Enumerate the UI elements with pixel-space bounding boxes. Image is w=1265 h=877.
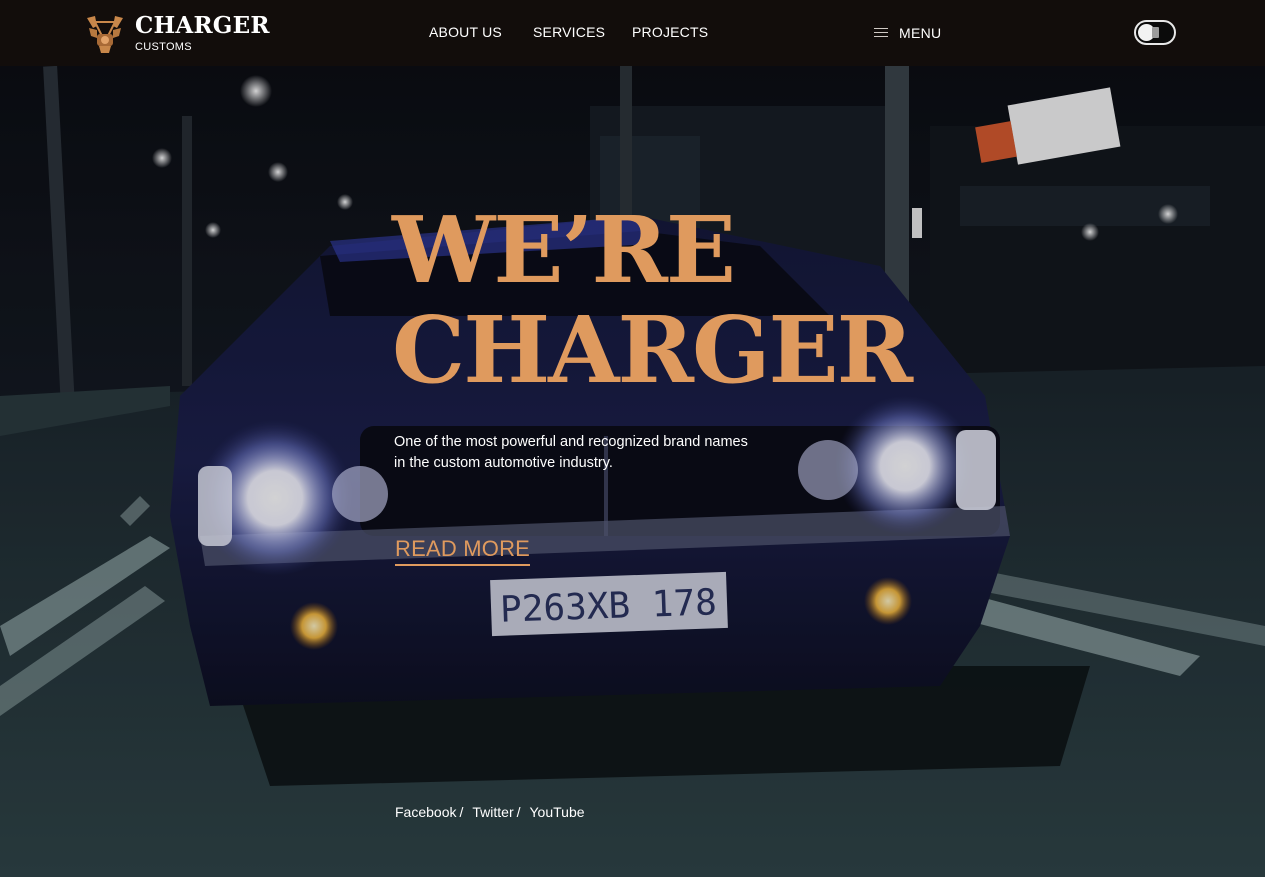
hero-lead-text: One of the most powerful and recognized … <box>394 434 748 471</box>
nav-item-projects[interactable]: PROJECTS <box>632 24 708 40</box>
theme-toggle[interactable] <box>1134 20 1176 45</box>
menu-button[interactable]: MENU <box>874 24 941 42</box>
social-separator: / <box>459 804 464 820</box>
social-link-twitter[interactable]: Twitter <box>472 804 513 820</box>
site-header: CHARGER CUSTOMS ABOUT US SERVICES PROJEC… <box>0 0 1265 66</box>
headline-line-2: CHARGER <box>392 296 913 404</box>
social-links: Facebook / Twitter / YouTube <box>395 804 585 820</box>
social-separator: / <box>516 804 521 820</box>
brand-subtitle: CUSTOMS <box>135 41 192 53</box>
nav-item-about-us[interactable]: ABOUT US <box>429 24 502 40</box>
read-more-link[interactable]: READ MORE <box>395 536 531 566</box>
nav-item-services[interactable]: SERVICES <box>533 24 605 40</box>
engine-emblem-icon <box>87 16 123 53</box>
hero-section: P263XB 178 WE’RE CHARGER One of the most… <box>0 66 1265 877</box>
menu-label: MENU <box>899 25 942 41</box>
brand-name: CHARGER <box>135 12 270 39</box>
social-link-youtube[interactable]: YouTube <box>530 804 585 820</box>
headline-line-1: WE’RE <box>392 196 736 304</box>
social-link-facebook[interactable]: Facebook <box>395 804 456 820</box>
toggle-switch-icon <box>1152 27 1159 38</box>
hamburger-icon <box>874 28 888 38</box>
hero-headline: WE’RE CHARGER <box>392 196 913 404</box>
